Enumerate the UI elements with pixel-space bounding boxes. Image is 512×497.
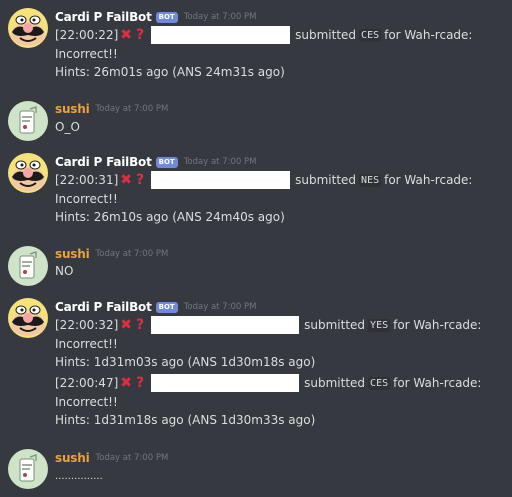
result-line: Incorrect!!: [55, 192, 118, 206]
sushi-avatar-icon[interactable]: [8, 449, 48, 489]
redacted-block: [151, 26, 291, 44]
cross-mark-icon: ✖: [120, 317, 132, 333]
puzzle-target: for Wah-rcade:: [393, 318, 482, 332]
submission-line: [22:00:22] ✖ ? submitted CES for Wah-rca…: [55, 26, 472, 44]
puzzle-target: for Wah-rcade:: [393, 376, 482, 390]
message-header: Cardi P FailBot BOT Today at 7:00 PM: [55, 153, 256, 171]
sushi-avatar-icon[interactable]: [8, 101, 48, 141]
redacted-block: [151, 316, 300, 334]
bot-tag: BOT: [155, 301, 178, 313]
submission-time: [22:00:22]: [55, 28, 119, 42]
message-header: Cardi P FailBot BOT Today at 7:00 PM: [55, 298, 256, 316]
result-line: Incorrect!!: [55, 395, 118, 409]
message-header: sushi Today at 7:00 PM: [55, 245, 168, 263]
bot-tag: BOT: [155, 156, 178, 168]
message-group: sushi Today at 7:00 PM ...............: [0, 443, 512, 497]
result-line: Incorrect!!: [55, 47, 118, 61]
timestamp[interactable]: Today at 7:00 PM: [184, 157, 257, 167]
wario-face-icon[interactable]: [8, 153, 48, 193]
question-mark-icon: ?: [136, 317, 145, 333]
submission-line: [22:00:32] ✖ ? submitted YES for Wah-rca…: [55, 316, 481, 334]
answer-code: NES: [359, 173, 382, 187]
timestamp[interactable]: Today at 7:00 PM: [96, 249, 169, 259]
submission-line: [22:00:47] ✖ ? submitted CES for Wah-rca…: [55, 374, 481, 392]
redacted-block: [151, 171, 291, 189]
message-group: sushi Today at 7:00 PM NO: [0, 241, 512, 291]
submission-line: [22:00:31] ✖ ? submitted NES for Wah-rca…: [55, 171, 472, 189]
redacted-block: [151, 374, 300, 392]
submitted-label: submitted: [295, 173, 357, 187]
wario-face-icon[interactable]: [8, 298, 48, 338]
hints-line: Hints: 26m01s ago (ANS 24m31s ago): [55, 65, 285, 79]
message-header: sushi Today at 7:00 PM: [55, 449, 168, 467]
answer-code: CES: [359, 28, 382, 42]
question-mark-icon: ?: [136, 27, 145, 43]
username[interactable]: Cardi P FailBot: [55, 155, 152, 169]
hints-line: Hints: 1d31m18s ago (ANS 1d30m33s ago): [55, 413, 316, 427]
message-group: sushi Today at 7:00 PM O_O: [0, 96, 512, 146]
question-mark-icon: ?: [136, 172, 145, 188]
message-header: sushi Today at 7:00 PM: [55, 100, 168, 118]
message-group: Cardi P FailBot BOT Today at 7:00 PM [22…: [0, 290, 512, 435]
sushi-avatar-icon[interactable]: [8, 246, 48, 286]
message-group: Cardi P FailBot BOT Today at 7:00 PM [22…: [0, 146, 512, 234]
question-mark-icon: ?: [136, 375, 145, 391]
username[interactable]: Cardi P FailBot: [55, 300, 152, 314]
cross-mark-icon: ✖: [120, 27, 132, 43]
result-line: Incorrect!!: [55, 337, 118, 351]
puzzle-target: for Wah-rcade:: [384, 28, 473, 42]
message-text: NO: [55, 264, 74, 278]
timestamp[interactable]: Today at 7:00 PM: [96, 104, 169, 114]
hints-line: Hints: 1d31m03s ago (ANS 1d30m18s ago): [55, 355, 316, 369]
username[interactable]: sushi: [55, 247, 90, 261]
submitted-label: submitted: [304, 376, 366, 390]
wario-face-icon[interactable]: [8, 8, 48, 48]
answer-code: YES: [368, 318, 391, 332]
username[interactable]: Cardi P FailBot: [55, 10, 152, 24]
username[interactable]: sushi: [55, 102, 90, 116]
timestamp[interactable]: Today at 7:00 PM: [184, 12, 257, 22]
submitted-label: submitted: [295, 28, 357, 42]
message-text: ...............: [55, 470, 103, 482]
timestamp[interactable]: Today at 7:00 PM: [96, 453, 169, 463]
submission-time: [22:00:32]: [55, 318, 119, 332]
submission-time: [22:00:31]: [55, 173, 119, 187]
bot-tag: BOT: [155, 11, 178, 23]
submission-time: [22:00:47]: [55, 376, 119, 390]
submitted-label: submitted: [304, 318, 366, 332]
username[interactable]: sushi: [55, 451, 90, 465]
message-text: O_O: [55, 120, 80, 134]
message-group: Cardi P FailBot BOT Today at 7:00 PM [22…: [0, 0, 512, 88]
timestamp[interactable]: Today at 7:00 PM: [184, 302, 257, 312]
cross-mark-icon: ✖: [120, 172, 132, 188]
message-header: Cardi P FailBot BOT Today at 7:00 PM: [55, 8, 256, 26]
hints-line: Hints: 26m10s ago (ANS 24m40s ago): [55, 210, 285, 224]
puzzle-target: for Wah-rcade:: [384, 173, 473, 187]
cross-mark-icon: ✖: [120, 375, 132, 391]
answer-code: CES: [368, 376, 391, 390]
